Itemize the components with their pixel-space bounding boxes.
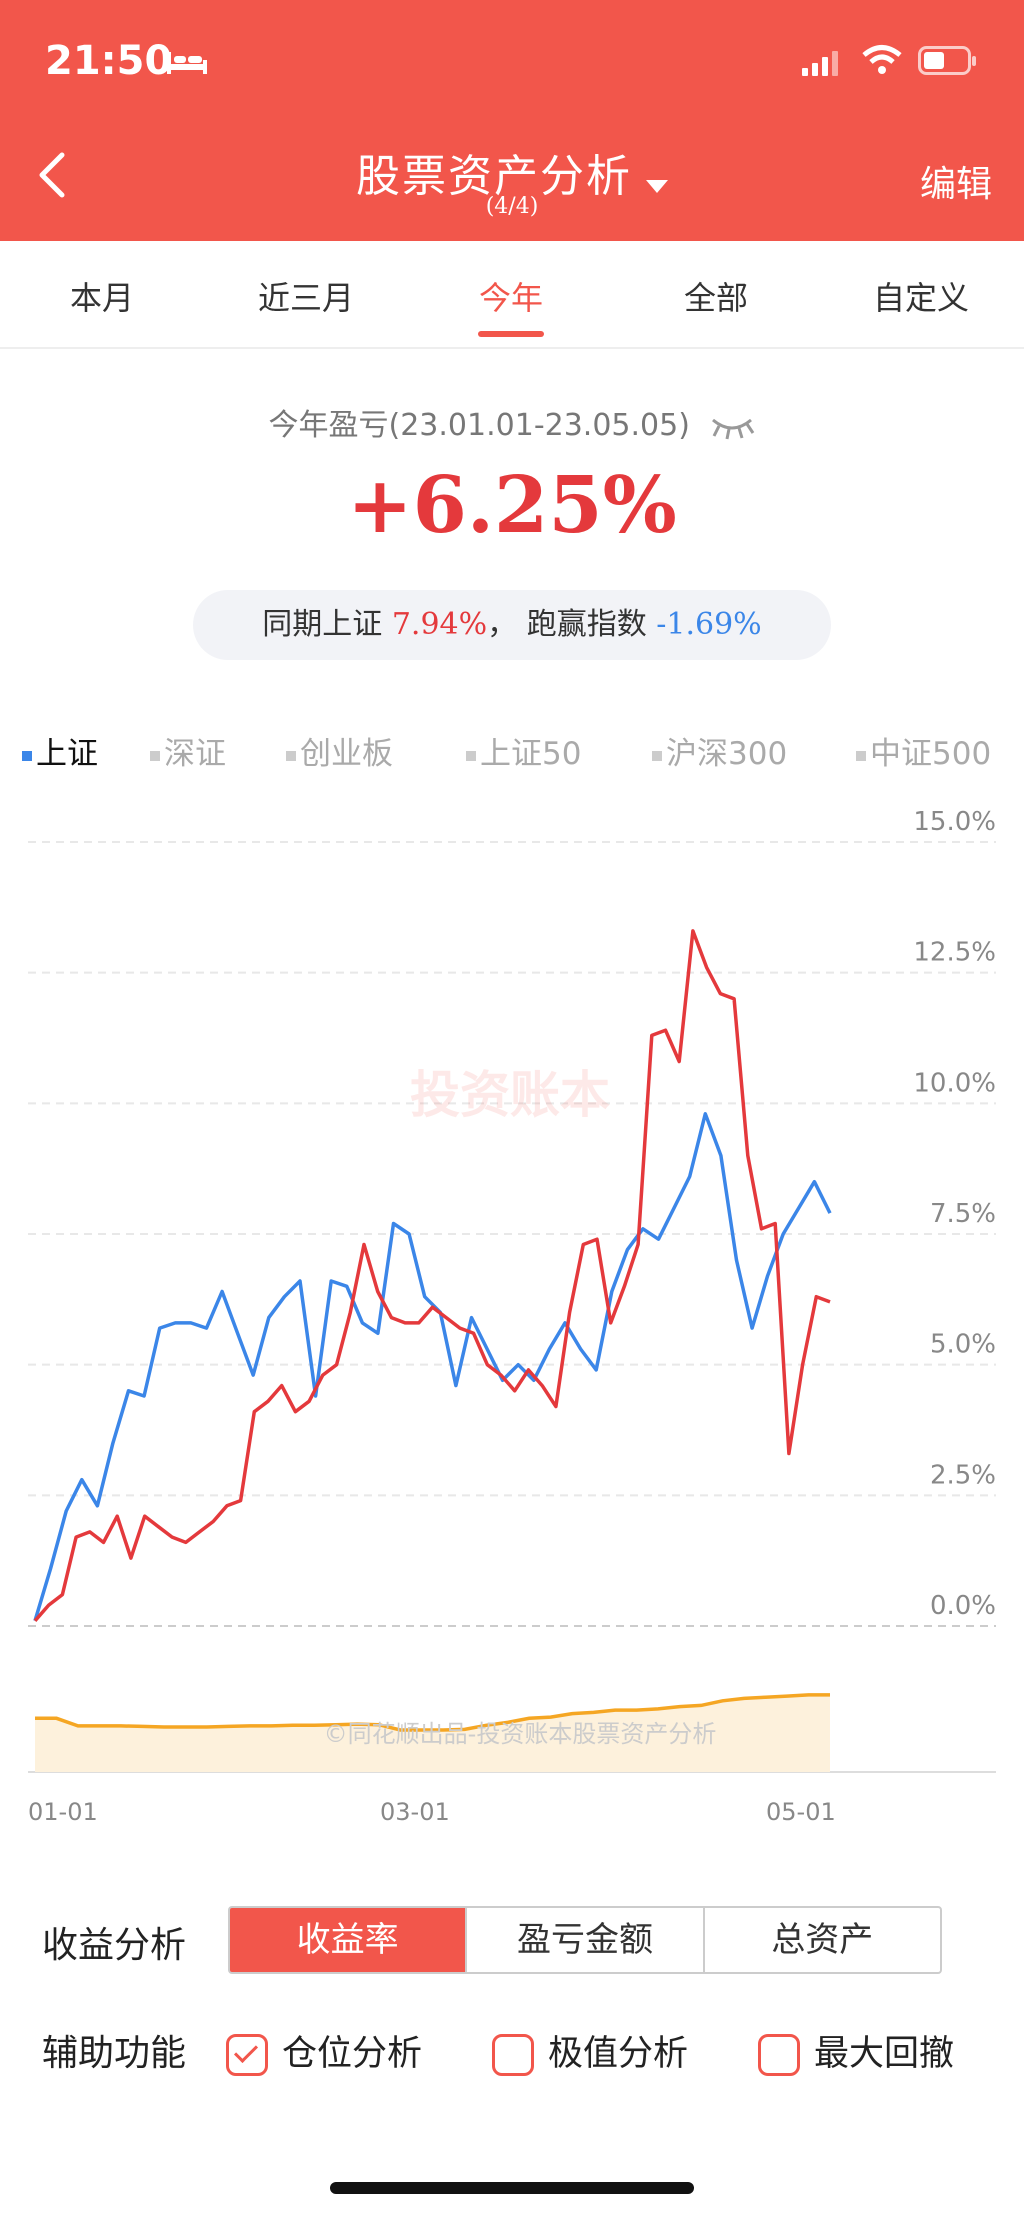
tab-this-month[interactable]: 本月 — [70, 273, 134, 319]
benchmark-return: 7.94% — [391, 607, 488, 642]
active-tab-indicator — [478, 331, 544, 337]
index-tab-zz500[interactable]: 中证500 — [856, 728, 991, 773]
return-chart[interactable]: 15.0% 12.5% 10.0% 7.5% 5.0% 2.5% 0.0% 投资账本 ©同花… — [0, 800, 1024, 1830]
cellular-signal-icon — [802, 51, 838, 76]
portfolio-line — [33, 929, 831, 1622]
aux-label: 辅助功能 — [42, 2033, 187, 2074]
max-drawdown-checkbox[interactable]: 最大回撤 — [758, 2025, 954, 2076]
chart-grid — [28, 841, 996, 1773]
wifi-icon — [862, 45, 902, 74]
y-tick-label: 5.0% — [930, 1330, 996, 1360]
hide-amount-icon[interactable] — [709, 414, 755, 440]
summary-label-row: 今年盈亏(23.01.01-23.05.05) — [0, 400, 1024, 444]
beat-label: 跑赢指数 — [526, 607, 647, 642]
checkbox-empty-icon — [492, 2034, 534, 2076]
battery-icon — [918, 46, 976, 75]
position-analysis-checkbox[interactable]: 仓位分析 — [226, 2025, 422, 2076]
legend-square-icon — [22, 750, 32, 761]
extreme-analysis-checkbox[interactable]: 极值分析 — [492, 2025, 688, 2076]
sleep-mode-icon — [167, 52, 207, 74]
y-tick-label: 2.5% — [930, 1460, 996, 1490]
y-tick-label: 10.0% — [913, 1068, 996, 1098]
tab-three-months[interactable]: 近三月 — [258, 273, 354, 319]
tab-all[interactable]: 全部 — [684, 273, 748, 319]
index-tab-sz[interactable]: 深证 — [150, 728, 226, 773]
tab-this-year[interactable]: 今年 — [479, 273, 543, 319]
analysis-label: 收益分析 — [42, 1925, 187, 1966]
legend-square-icon — [286, 750, 296, 761]
legend-square-icon — [652, 750, 662, 761]
segment-return-rate[interactable]: 收益率 — [230, 1908, 468, 1972]
x-tick-label: 05-01 — [766, 1798, 836, 1826]
chart-sub-watermark: ©同花顺出品-投资账本股票资产分析 — [324, 1720, 717, 1748]
x-tick-label: 01-01 — [28, 1798, 98, 1826]
legend-square-icon — [856, 750, 866, 761]
legend-square-icon — [466, 750, 476, 761]
segment-total-assets[interactable]: 总资产 — [705, 1908, 940, 1972]
return-percent: +6.25% — [347, 460, 677, 551]
benchmark-compare: 同期上证 7.94%， 跑赢指数 -1.69% — [193, 590, 831, 660]
series-lines — [33, 929, 832, 1622]
chart-watermark: 投资账本 — [410, 1066, 610, 1124]
analysis-segment: 收益率 盈亏金额 总资产 — [228, 1906, 942, 1974]
index-tab-cyb[interactable]: 创业板 — [286, 728, 393, 773]
separator: ， — [487, 607, 518, 642]
beat-value: -1.69% — [656, 607, 762, 642]
index-tab-sz50[interactable]: 上证50 — [466, 728, 581, 773]
x-axis-labels: 01-01 03-01 05-01 — [28, 1798, 836, 1826]
home-indicator — [330, 2182, 694, 2194]
page-counter: (4/4) — [485, 194, 539, 219]
y-axis-labels: 15.0% 12.5% 10.0% 7.5% 5.0% 2.5% 0.0% — [913, 807, 996, 1621]
benchmark-label: 同期上证 — [262, 607, 383, 642]
x-tick-label: 03-01 — [380, 1798, 450, 1826]
status-time: 21:50 — [45, 38, 173, 84]
index-tab-hs300[interactable]: 沪深300 — [652, 728, 787, 773]
tab-custom[interactable]: 自定义 — [873, 273, 969, 319]
app-header: 21:50 股票资产分析 (4/4) 编辑 — [0, 0, 1024, 241]
y-tick-label: 7.5% — [930, 1199, 996, 1229]
caret-down-icon — [646, 180, 668, 193]
y-tick-label: 0.0% — [930, 1591, 996, 1621]
segment-profit-amount[interactable]: 盈亏金额 — [467, 1908, 705, 1972]
y-tick-label: 12.5% — [913, 938, 996, 968]
edit-button[interactable]: 编辑 — [920, 155, 992, 207]
period-return-label: 今年盈亏(23.01.01-23.05.05) — [268, 408, 690, 443]
index-line — [33, 1112, 832, 1622]
period-tabs: 本月 近三月 今年 全部 自定义 — [0, 241, 1024, 349]
y-tick-label: 15.0% — [913, 807, 996, 837]
index-tab-sh[interactable]: 上证 — [22, 728, 98, 773]
legend-square-icon — [150, 750, 160, 761]
checkbox-empty-icon — [758, 2034, 800, 2076]
checkbox-checked-icon — [226, 2034, 268, 2076]
